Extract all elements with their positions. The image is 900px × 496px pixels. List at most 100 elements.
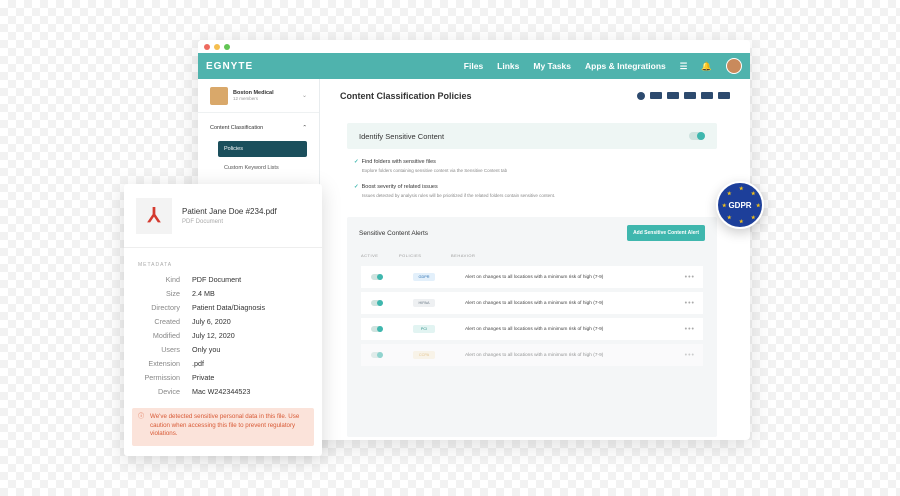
metadata-label: METADATA <box>138 262 173 268</box>
file-name: Patient Jane Doe #234.pdf <box>182 206 277 216</box>
metadata-row: Device Mac W242344523 <box>124 384 322 398</box>
policy-badge: HIPAA <box>413 299 435 307</box>
hipaa-logo <box>684 92 696 99</box>
nav-files[interactable]: Files <box>464 61 483 71</box>
gdpr-label: GDPR <box>728 200 752 210</box>
policy-badge: CCPA <box>413 351 435 359</box>
add-alert-button[interactable]: Add Sensitive Content Alert <box>627 225 705 241</box>
metadata-row: Kind PDF Document <box>124 272 322 286</box>
metadata-key: Kind <box>165 274 180 284</box>
ferpa-logo <box>650 92 662 99</box>
metadata-value: Only you <box>192 344 221 354</box>
metadata-key: Modified <box>152 330 180 340</box>
metadata-key: Size <box>166 288 180 298</box>
more-options-icon[interactable]: ••• <box>685 352 695 359</box>
star-icon: ★ <box>727 191 732 197</box>
gdpr-badge: GDPR ★ ★ ★ ★ ★ ★ ★ ★ <box>716 181 764 229</box>
metadata-key: Extension <box>148 358 180 368</box>
boost-title: Boost severity of related issues <box>361 184 438 190</box>
file-details-card: ⅄ Patient Jane Doe #234.pdf PDF Document… <box>124 184 322 456</box>
alert-toggle[interactable] <box>371 326 383 332</box>
metadata-row: Permission Private <box>124 370 322 384</box>
sidebar-item-policies[interactable]: Policies <box>218 141 307 157</box>
metadata-value: July 6, 2020 <box>192 316 231 326</box>
find-folders-item: ✓ Find folders with sensitive files Explo… <box>354 159 507 173</box>
alert-row[interactable]: GDPR Alert on changes to all locations wi… <box>361 266 703 288</box>
sidebar-section-classification[interactable]: Content Classification ⌃ <box>198 113 319 137</box>
nav-apps[interactable]: Apps & Integrations <box>585 61 666 71</box>
find-title: Find folders with sensitive files <box>361 159 436 165</box>
pdf-icon: ⅄ <box>136 197 172 234</box>
menu-icon[interactable]: ☰ <box>680 61 688 72</box>
main-panel: Content Classification Policies Identify… <box>320 79 750 440</box>
col-behavior: BEHAVIOR <box>451 253 476 258</box>
nist-logo <box>701 92 713 99</box>
metadata-row: Modified July 12, 2020 <box>124 328 322 342</box>
alert-behavior: Alert on changes to all locations with a… <box>465 274 604 280</box>
metadata-value: 2.4 MB <box>192 288 215 298</box>
org-switcher[interactable]: Boston Medical 12 members ⌄ <box>198 79 319 113</box>
star-icon: ★ <box>751 191 756 197</box>
metadata-key: Device <box>158 386 180 396</box>
alerts-columns: ACTIVE POLICIES BEHAVIOR <box>347 249 717 262</box>
metadata-row: Users Only you <box>124 342 322 356</box>
section-label: Content Classification <box>210 125 264 131</box>
top-nav: EGNYTE Files Links My Tasks Apps & Integ… <box>198 53 750 79</box>
metadata-key: Permission <box>144 372 180 382</box>
alert-row[interactable]: CCPA Alert on changes to all locations wi… <box>361 344 703 366</box>
chevron-up-icon: ⌃ <box>302 125 307 131</box>
alert-behavior: Alert on changes to all locations with a… <box>465 352 604 358</box>
page-title: Content Classification Policies <box>340 91 472 101</box>
star-icon: ★ <box>727 215 732 221</box>
metadata-key: Directory <box>151 302 180 312</box>
metadata-value: Private <box>192 372 215 382</box>
metadata-value: PDF Document <box>192 274 242 284</box>
more-options-icon[interactable]: ••• <box>685 274 695 281</box>
alert-row[interactable]: PCI Alert on changes to all locations wit… <box>361 318 703 340</box>
star-icon: ★ <box>739 186 744 192</box>
identify-sensitive-toggle-row: Identify Sensitive Content <box>347 123 717 149</box>
more-options-icon[interactable]: ••• <box>685 300 695 307</box>
glba-logo <box>718 92 730 99</box>
find-desc: Explore folders containing sensitive con… <box>362 168 508 173</box>
alert-row[interactable]: HIPAA Alert on changes to all locations w… <box>361 292 703 314</box>
nav-my-tasks[interactable]: My Tasks <box>533 61 571 71</box>
metadata-row: Directory Patient Data/Diagnosis <box>124 300 322 314</box>
warning-text: We've detected sensitive personal data i… <box>150 413 300 438</box>
bell-icon[interactable]: 🔔 <box>701 61 712 72</box>
star-icon: ★ <box>722 203 727 209</box>
star-icon: ★ <box>739 219 744 225</box>
alerts-title: Sensitive Content Alerts <box>359 229 429 237</box>
metadata-key: Created <box>154 316 180 326</box>
metadata-value: July 12, 2020 <box>192 330 235 340</box>
minimize-dot[interactable] <box>214 43 220 50</box>
alert-toggle[interactable] <box>371 300 383 306</box>
col-policies: POLICIES <box>399 253 422 258</box>
policy-badge: PCI <box>413 325 435 333</box>
egnyte-logo[interactable]: EGNYTE <box>206 61 253 72</box>
boost-desc: Issues detected by analysis rules will b… <box>362 193 556 198</box>
metadata-value: Patient Data/Diagnosis <box>192 302 266 312</box>
window-chrome <box>198 40 750 53</box>
metadata-value: .pdf <box>192 358 204 368</box>
nav-links[interactable]: Links <box>497 61 519 71</box>
policy-badge: GDPR <box>413 273 435 281</box>
close-dot[interactable] <box>204 43 210 50</box>
pci-logo <box>667 92 679 99</box>
sidebar-item-keywords[interactable]: Custom Keyword Lists <box>198 157 319 179</box>
avatar[interactable] <box>726 58 742 74</box>
identify-toggle[interactable] <box>689 132 705 140</box>
star-icon: ★ <box>751 215 756 221</box>
file-type: PDF Document <box>182 218 224 225</box>
sensitive-warning: ⓘ We've detected sensitive personal data… <box>132 408 314 446</box>
maximize-dot[interactable] <box>224 43 230 50</box>
alert-toggle[interactable] <box>371 352 383 358</box>
metadata-key: Users <box>161 344 180 354</box>
boost-severity-item: ✓ Boost severity of related issues Issues… <box>354 184 555 198</box>
metadata-value: Mac W242344523 <box>192 386 251 396</box>
metadata-row: Size 2.4 MB <box>124 286 322 300</box>
chevron-down-icon: ⌄ <box>301 93 307 99</box>
more-options-icon[interactable]: ••• <box>685 326 695 333</box>
metadata-row: Extension .pdf <box>124 356 322 370</box>
alert-toggle[interactable] <box>371 274 383 280</box>
